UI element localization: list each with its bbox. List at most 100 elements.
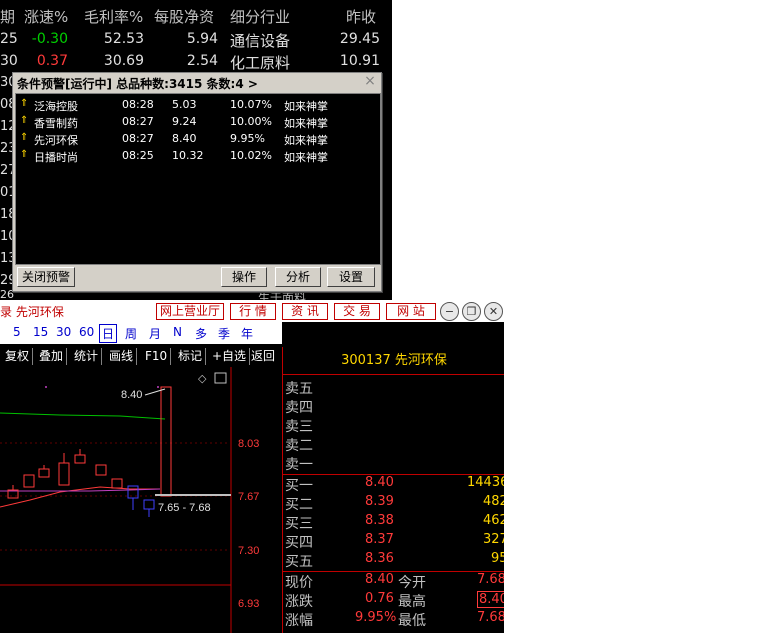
alert-price: 10.32 bbox=[172, 149, 204, 162]
quote-header: 300137 先河环保 bbox=[341, 353, 447, 368]
close-alert-button[interactable]: 关闭预警 bbox=[17, 267, 75, 287]
website-button[interactable]: 网 站 bbox=[386, 303, 436, 320]
alert-time: 08:27 bbox=[122, 115, 154, 128]
prev-close-cell: 29.45 bbox=[339, 31, 380, 47]
bid-row: 买二 8.39 482 bbox=[285, 494, 504, 513]
column-header-margin[interactable]: 毛利率% bbox=[84, 6, 143, 27]
news-button[interactable]: 资 讯 bbox=[282, 303, 328, 320]
stock-name: 香雪制药 bbox=[34, 117, 78, 130]
list-item[interactable]: ⇑ 先河环保 08:27 8.40 9.95% 如来神掌 bbox=[16, 132, 376, 148]
minimize-icon[interactable]: − bbox=[440, 302, 459, 321]
period-day[interactable]: 日 bbox=[99, 324, 118, 343]
period-week[interactable]: 周 bbox=[125, 325, 137, 342]
column-header-industry[interactable]: 细分行业 bbox=[230, 6, 290, 27]
row-left-cell: 25 bbox=[0, 31, 18, 47]
chart-toolbar: 复权 叠加 统计 画线 F10 标记 +自选 返回 bbox=[0, 347, 282, 367]
period-year[interactable]: 年 bbox=[241, 325, 253, 342]
alert-price: 8.40 bbox=[172, 132, 197, 145]
period-15m[interactable]: 15 bbox=[33, 325, 48, 339]
alert-strategy: 如来神掌 bbox=[284, 151, 328, 164]
restore-icon[interactable]: ❐ bbox=[462, 302, 481, 321]
list-item[interactable]: ⇑ 日播时尚 08:25 10.32 10.02% 如来神掌 bbox=[16, 149, 376, 165]
stat-row: 涨跌 0.76 最高 8.40 bbox=[285, 591, 504, 610]
column-header-period[interactable]: 期 bbox=[0, 6, 15, 27]
marker-dot bbox=[157, 386, 159, 388]
close-icon[interactable]: ✕ bbox=[484, 302, 503, 321]
overlay-button[interactable]: 叠加 bbox=[36, 348, 68, 365]
column-header-nav[interactable]: 每股净资 bbox=[154, 6, 214, 27]
alert-price: 5.03 bbox=[172, 98, 197, 111]
industry-cell: 通信设备 bbox=[230, 32, 291, 50]
bid-row: 买五 8.36 95 bbox=[285, 551, 504, 570]
period-quarter[interactable]: 季 bbox=[218, 325, 230, 342]
period-n[interactable]: N bbox=[173, 325, 182, 339]
chart-window: 录 先河环保 网上营业厅 行 情 资 讯 交 易 网 站 − ❐ ✕ 5 15 … bbox=[0, 300, 504, 633]
analyze-button[interactable]: 分析 bbox=[275, 267, 321, 287]
alert-strategy: 如来神掌 bbox=[284, 134, 328, 147]
nav-cell: 2.54 bbox=[186, 53, 218, 69]
alert-strategy: 如来神掌 bbox=[284, 100, 328, 113]
stock-name: 日播时尚 bbox=[34, 151, 78, 164]
column-header-speed[interactable]: 涨速% bbox=[24, 6, 68, 27]
column-header-prev-close[interactable]: 昨收 bbox=[346, 6, 376, 27]
operate-button[interactable]: 操作 bbox=[221, 267, 267, 287]
high-annotation: 8.40 bbox=[121, 389, 142, 401]
alert-time: 08:27 bbox=[122, 132, 154, 145]
settings-button[interactable]: 设置 bbox=[327, 267, 375, 287]
market-button[interactable]: 行 情 bbox=[230, 303, 276, 320]
diamond-icon[interactable]: ◇ bbox=[198, 372, 207, 385]
period-month[interactable]: 月 bbox=[149, 325, 161, 342]
close-icon[interactable]: × bbox=[363, 74, 377, 88]
range-annotation: 7.65 - 7.68 bbox=[158, 502, 211, 514]
price-label: 7.67 bbox=[238, 491, 259, 503]
list-item[interactable]: ⇑ 泛海控股 08:28 5.03 10.07% 如来神掌 bbox=[16, 98, 376, 114]
period-60m[interactable]: 60 bbox=[79, 325, 94, 339]
divider bbox=[283, 374, 504, 375]
quote-panel: 300137 先河环保 卖五 卖四 卖三 卖二 卖一 买一 8.40 14436… bbox=[282, 347, 504, 633]
chart-titlebar: 录 先河环保 网上营业厅 行 情 资 讯 交 易 网 站 − ❐ ✕ bbox=[0, 300, 504, 322]
period-5m[interactable]: 5 bbox=[13, 325, 21, 339]
alert-pct: 10.02% bbox=[230, 149, 272, 162]
up-arrow-icon: ⇑ bbox=[20, 115, 29, 126]
price-label: 6.93 bbox=[238, 598, 259, 610]
alert-pct: 9.95% bbox=[230, 132, 265, 145]
alert-strategy: 如来神掌 bbox=[284, 117, 328, 130]
bid-row: 买一 8.40 14436 bbox=[285, 475, 504, 494]
industry-cell: 化工原料 bbox=[230, 54, 291, 72]
back-button[interactable]: 返回 bbox=[248, 348, 278, 365]
prev-close-cell: 10.91 bbox=[339, 53, 380, 69]
condition-alert-dialog: 条件预警[运行中] 总品种数:3415 条数:4 > × ⇑ 泛海控股 08:2… bbox=[12, 72, 382, 292]
stock-name: 泛海控股 bbox=[34, 100, 78, 113]
alert-price: 9.24 bbox=[172, 115, 197, 128]
kline-chart[interactable]: 8.03 7.67 7.30 6.93 ◇ 8.40 7.65 - 7.68 bbox=[0, 367, 282, 633]
period-multi[interactable]: 多 bbox=[195, 325, 207, 342]
alert-title: 条件预警[运行中] 总品种数:3415 条数:4 > bbox=[17, 77, 258, 91]
alert-list: ⇑ 泛海控股 08:28 5.03 10.07% 如来神掌 ⇑ 香雪制药 08:… bbox=[15, 93, 381, 265]
draw-line-button[interactable]: 画线 bbox=[106, 348, 138, 365]
alert-pct: 10.00% bbox=[230, 115, 272, 128]
adjust-button[interactable]: 复权 bbox=[2, 348, 34, 365]
bid-row: 买三 8.38 462 bbox=[285, 513, 504, 532]
period-30m[interactable]: 30 bbox=[56, 325, 71, 339]
margin-cell: 52.53 bbox=[103, 31, 144, 47]
list-item[interactable]: ⇑ 香雪制药 08:27 9.24 10.00% 如来神掌 bbox=[16, 115, 376, 131]
price-label: 8.03 bbox=[238, 438, 259, 450]
alert-time: 08:25 bbox=[122, 149, 154, 162]
online-hall-button[interactable]: 网上营业厅 bbox=[156, 303, 224, 320]
stock-list-table: 期 涨速% 毛利率% 每股净资 细分行业 昨收 25 -0.30 52.53 5… bbox=[0, 0, 392, 300]
window-title: 录 先河环保 bbox=[0, 305, 64, 319]
alert-pct: 10.07% bbox=[230, 98, 272, 111]
speed-cell: 0.37 bbox=[36, 53, 68, 69]
bid-row: 买四 8.37 327 bbox=[285, 532, 504, 551]
add-watchlist-button[interactable]: +自选 bbox=[209, 348, 251, 365]
marker-dot bbox=[45, 386, 47, 388]
trade-button[interactable]: 交 易 bbox=[334, 303, 380, 320]
stat-row: 现价 8.40 今开 7.68 bbox=[285, 572, 504, 591]
row-left-cell: 30 bbox=[0, 53, 18, 69]
f10-button[interactable]: F10 bbox=[142, 348, 172, 365]
period-bar: 5 15 30 60 日 周 月 N 多 季 年 bbox=[0, 322, 282, 344]
speed-cell: -0.30 bbox=[31, 31, 68, 47]
stock-name: 先河环保 bbox=[34, 134, 78, 147]
mark-button[interactable]: 标记 bbox=[175, 348, 207, 365]
statistics-button[interactable]: 统计 bbox=[71, 348, 103, 365]
